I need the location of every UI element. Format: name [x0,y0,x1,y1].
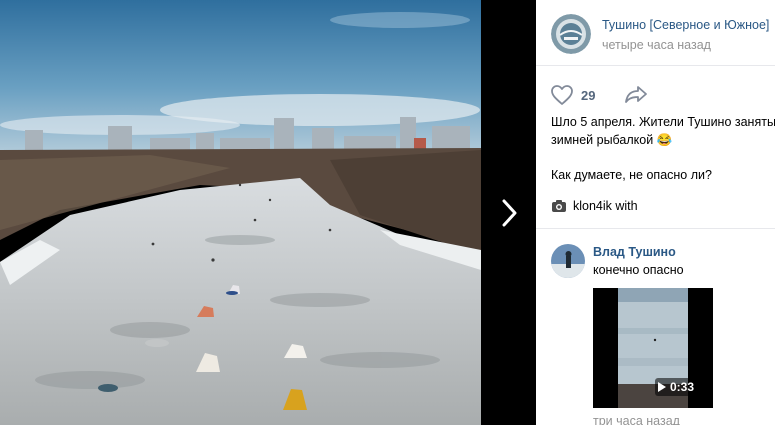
play-icon [657,382,666,392]
video-duration: 0:33 [669,380,694,394]
post-header: Тушино [Северное и Южное] четыре часа на… [536,0,775,66]
heart-icon [551,85,573,105]
post-panel: Тушино [Северное и Южное] четыре часа на… [536,0,775,425]
post-timestamp: четыре часа назад [602,38,711,52]
camera-icon [552,200,566,212]
divider [536,228,775,229]
group-name-link[interactable]: Тушино [Северное и Южное] [602,18,769,32]
post-text-line: Шло 5 апреля. Жители Тушино заняты [551,115,775,129]
video-thumbnail[interactable]: 0:33 [593,288,713,408]
credit-text: klon4ik with [573,199,638,213]
comment-text: конечно опасно [593,263,684,277]
comment-author-avatar[interactable] [551,244,585,278]
group-avatar[interactable] [551,14,591,54]
like-count: 29 [581,87,596,103]
share-arrow-icon [625,86,647,103]
video-duration-badge: 0:33 [654,378,699,396]
comment-author-link[interactable]: Влад Тушино [593,245,676,259]
share-button[interactable] [624,84,648,109]
chevron-right-icon [502,199,516,226]
post-text: Шло 5 апреля. Жители Тушино заняты зимне… [551,113,775,184]
photo-credit: klon4ik with [551,199,638,213]
next-photo-button[interactable] [481,0,536,425]
photo-viewer [0,0,536,425]
like-button[interactable]: 29 [550,84,595,106]
photo-image [0,0,481,425]
post-photo[interactable] [0,0,481,425]
comment-timestamp: три часа назад [593,414,680,425]
post-text-line: Как думаете, не опасно ли? [551,168,712,182]
post-text-line: зимней рыбалкой 😂 [551,133,673,147]
